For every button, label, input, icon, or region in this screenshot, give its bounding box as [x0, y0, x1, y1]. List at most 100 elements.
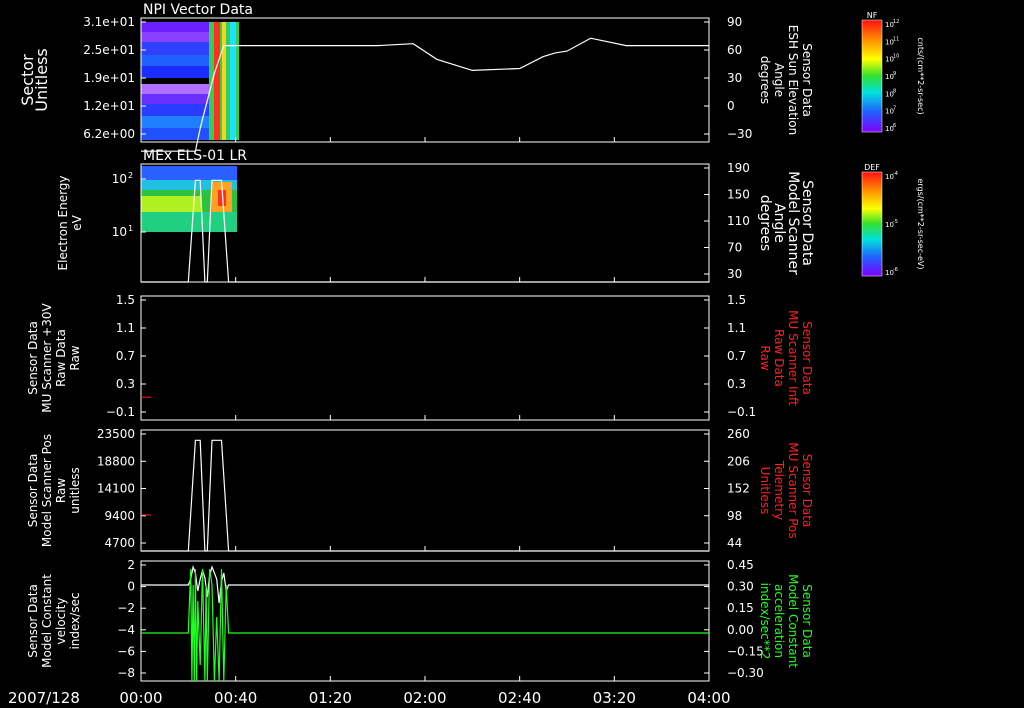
spectrogram-band: [141, 32, 209, 42]
right-axis-label: Sensor DataMU Scanner InftRaw DataRaw: [758, 310, 814, 406]
tick-exponent: 9: [893, 71, 896, 77]
axis-label-line: Model Scanner Pos: [40, 434, 54, 547]
left-tick-label: 6.2e+00: [83, 127, 135, 141]
left-tick-label: 9400: [104, 509, 135, 523]
right-tick-label: 70: [727, 241, 742, 255]
tick-exponent: -4: [893, 171, 898, 177]
left-tick-label: −6: [117, 644, 135, 658]
x-tick-label: 00:40: [214, 689, 257, 707]
spectrogram-band: [141, 42, 209, 55]
tick-exponent: 7: [893, 106, 896, 112]
tick-exponent: 10: [893, 54, 899, 60]
panel-frame: [140, 295, 710, 421]
x-tick-label: 04:00: [687, 689, 730, 707]
tick-exponent: 1: [128, 224, 133, 233]
colorbar-title: DEF: [864, 163, 880, 172]
npi-spectrogram: [141, 22, 239, 140]
axis-label-line: degrees: [758, 56, 772, 104]
colorbar-scale: [861, 171, 883, 277]
colorbar-title: NF: [867, 11, 878, 20]
right-axis-label: Sensor DataESH Sun ElevationAngledegrees: [758, 25, 814, 135]
left-tick-label: 18800: [97, 454, 135, 468]
left-tick-label: 10: [112, 225, 127, 239]
axis-label-line: Angle: [772, 63, 786, 97]
colorbar-def: DEF10 -410 -510 -6ergs/(cm**2-sr-sec-eV): [861, 163, 925, 277]
x-tick-label: 02:00: [403, 689, 446, 707]
spectrogram-band: [141, 212, 237, 232]
spectrogram-band: [230, 22, 236, 140]
spectrogram-band: [222, 22, 226, 140]
axis-label-line: Electron Energy: [56, 175, 70, 270]
left-tick-label: 3.1e+01: [83, 15, 135, 29]
axis-label-line: degrees: [757, 195, 773, 251]
left-tick-label: 1.1: [116, 321, 135, 335]
axis-label-line: Model Constant: [786, 574, 800, 668]
right-tick-label: 90: [727, 15, 742, 29]
right-tick-label: 44: [727, 536, 742, 550]
spectrogram-band: [141, 22, 209, 32]
spectrogram-gap: [141, 78, 209, 84]
panel-pos: 23500 18800 14100 9400 4700 260 206 152 98 44 Sens…: [26, 427, 814, 552]
tick-exponent: -6: [893, 267, 898, 273]
right-tick-label: −0.30: [727, 666, 764, 680]
axis-label-line: MU Scanner Pos: [786, 442, 800, 538]
left-axis-label: Sensor DataMU Scanner +30VRaw DataRaw: [26, 303, 82, 413]
left-axis-label: SectorUnitless: [18, 48, 51, 112]
axis-label-line: Unitless: [32, 48, 51, 112]
right-tick-label: 260: [727, 427, 750, 441]
tick-exponent: 12: [893, 19, 899, 25]
axis-label-line: Unitless: [758, 467, 772, 515]
right-tick-label: 60: [727, 43, 742, 57]
left-tick-label: 10: [112, 172, 127, 186]
spectrogram-band: [141, 196, 201, 212]
tick-exponent: -5: [893, 219, 898, 225]
spectrogram-band: [141, 116, 209, 128]
tick-exponent: 6: [893, 123, 896, 129]
tick-exponent: 11: [893, 36, 899, 42]
x-tick-label: 03:20: [593, 689, 636, 707]
spectrogram-band: [141, 66, 209, 78]
date-label: 2007/128: [8, 689, 80, 707]
right-tick-label: 0.30: [727, 580, 754, 594]
right-tick-label: 98: [727, 509, 742, 523]
x-tick-label: 02:40: [498, 689, 541, 707]
left-tick-label: 4700: [104, 536, 135, 550]
colorbar-unit: cnts/(cm**2-sr-sec): [916, 37, 925, 114]
right-tick-label: 0.7: [727, 349, 746, 363]
left-tick-label: 14100: [97, 482, 135, 496]
spectrogram-band: [141, 166, 237, 180]
axis-label-line: index/sec: [68, 592, 82, 649]
right-tick-label: 190: [727, 161, 750, 175]
left-axis-label: Electron EnergyeV: [56, 175, 84, 270]
x-tick-label: 01:20: [309, 689, 352, 707]
series-line: [141, 439, 709, 552]
spectrogram-band: [214, 22, 220, 140]
right-tick-label: 0.00: [727, 623, 754, 637]
right-tick-label: 0: [727, 99, 735, 113]
right-tick-label: −30: [727, 127, 752, 141]
left-tick-label: 0.7: [116, 349, 135, 363]
right-axis-label: Sensor DataModel ScannerAngledegrees: [757, 171, 815, 275]
left-tick-label: 0.3: [116, 377, 135, 391]
axis-label-line: Sensor Data: [800, 43, 814, 117]
axis-label-line: index/sec**2: [758, 583, 772, 660]
chart-canvas: NPI Vector Data 3.1e+01 2.5e+01 1.9e+01 1.2e…: [8, 2, 925, 707]
right-tick-label: 0.15: [727, 601, 754, 615]
panel-frame: [140, 429, 710, 552]
axis-label-line: Sensor Data: [26, 321, 40, 395]
left-axis-label: Sensor DataModel Scanner PosRawunitless: [26, 434, 82, 547]
right-tick-label: 30: [727, 71, 742, 85]
right-tick-label: 0.3: [727, 377, 746, 391]
left-tick-label: 1.9e+01: [83, 71, 135, 85]
panel-vel: 20−2−4−6−80.450.300.150.00−0.15−0.30Sens…: [26, 558, 814, 682]
left-tick-label: −4: [117, 623, 135, 637]
panel-frame: [140, 560, 710, 682]
panel-title: NPI Vector Data: [143, 2, 253, 18]
axis-label-line: acceleration: [772, 584, 786, 658]
spectrogram-band: [141, 55, 209, 66]
axis-label-line: Sensor Data: [800, 321, 814, 395]
right-tick-label: 110: [727, 214, 750, 228]
axis-label-line: Sensor Data: [800, 584, 814, 658]
axis-label-line: unitless: [68, 467, 82, 513]
left-tick-label: −8: [117, 666, 135, 680]
